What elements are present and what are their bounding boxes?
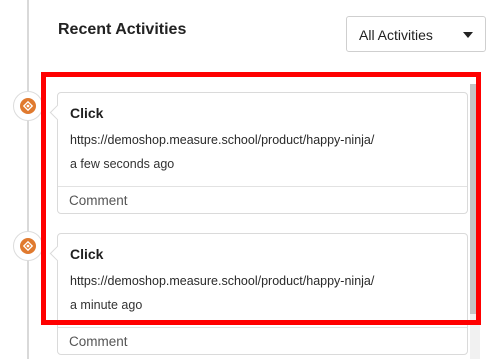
click-event-icon [20,238,36,254]
activity-url: https://demoshop.measure.school/product/… [70,133,375,147]
activity-filter-select[interactable]: All Activities [346,16,486,52]
timeline-line [27,0,29,359]
activity-card: Click https://demoshop.measure.school/pr… [49,92,468,214]
activity-marker [13,91,43,121]
card-pointer [49,245,66,262]
scrollbar-thumb[interactable] [470,84,480,314]
activity-card: Click https://demoshop.measure.school/pr… [49,233,468,355]
comment-input[interactable]: Comment [58,186,467,214]
comment-input[interactable]: Comment [58,327,467,355]
chevron-down-icon [463,32,473,38]
activity-type: Click [70,246,104,262]
activity-timestamp: a few seconds ago [70,157,175,171]
activity-url: https://demoshop.measure.school/product/… [70,274,375,288]
card-pointer [49,104,66,121]
activity-timestamp: a minute ago [70,298,143,312]
activity-filter-value: All Activities [359,27,433,43]
activity-marker [13,231,43,261]
section-title: Recent Activities [58,21,187,38]
click-event-icon [20,98,36,114]
activity-type: Click [70,105,104,121]
